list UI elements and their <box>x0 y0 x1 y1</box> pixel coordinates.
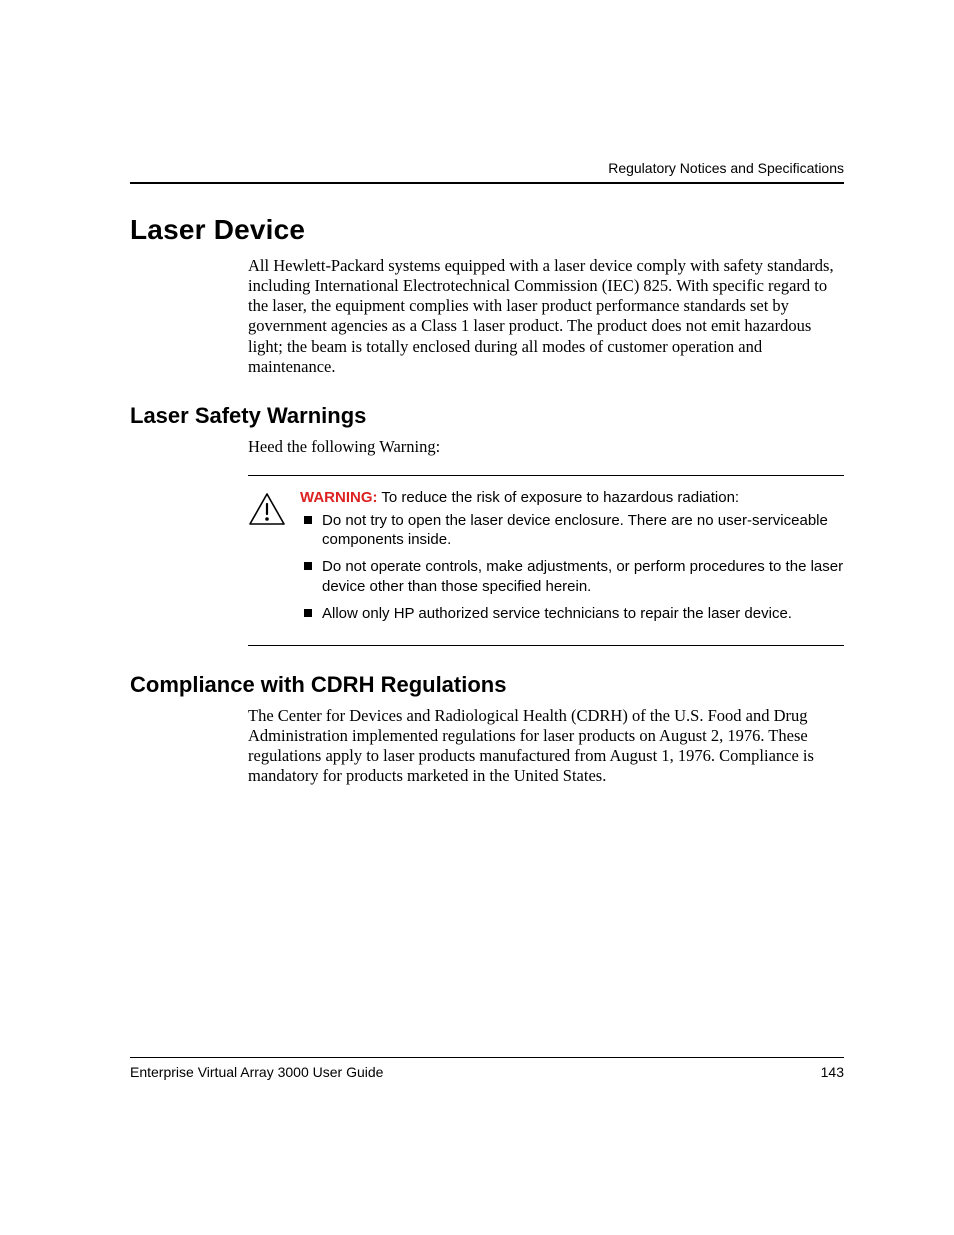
heading-laser-safety: Laser Safety Warnings <box>130 403 844 429</box>
running-head: Regulatory Notices and Specifications <box>130 160 844 176</box>
warning-top-rule <box>248 475 844 476</box>
document-page: Regulatory Notices and Specifications La… <box>0 0 954 1235</box>
heading-laser-device: Laser Device <box>130 214 844 246</box>
warning-lead-text: To reduce the risk of exposure to hazard… <box>378 489 740 506</box>
section-laser-safety-intro: Heed the following Warning: <box>248 437 844 457</box>
warning-label: WARNING: <box>300 489 378 506</box>
heading-cdrh: Compliance with CDRH Regulations <box>130 672 844 698</box>
section-laser-device-body: All Hewlett-Packard systems equipped wit… <box>248 256 844 377</box>
footer-doc-title: Enterprise Virtual Array 3000 User Guide <box>130 1064 383 1080</box>
paragraph: The Center for Devices and Radiological … <box>248 706 844 787</box>
warning-bottom-rule <box>248 645 844 646</box>
warning-bullet: Do not try to open the laser device encl… <box>300 511 844 549</box>
warning-callout: WARNING: To reduce the risk of exposure … <box>248 475 844 646</box>
footer-page-number: 143 <box>821 1064 844 1080</box>
warning-bullet-list: Do not try to open the laser device encl… <box>300 511 844 623</box>
paragraph: Heed the following Warning: <box>248 437 844 457</box>
warning-content: WARNING: To reduce the risk of exposure … <box>300 488 844 631</box>
footer-rule <box>130 1057 844 1058</box>
header-rule <box>130 182 844 184</box>
warning-bullet: Do not operate controls, make adjustment… <box>300 557 844 595</box>
warning-bullet: Allow only HP authorized service technic… <box>300 604 844 623</box>
paragraph: All Hewlett-Packard systems equipped wit… <box>248 256 844 377</box>
warning-icon <box>248 492 286 531</box>
section-cdrh-body: The Center for Devices and Radiological … <box>248 706 844 787</box>
page-footer: Enterprise Virtual Array 3000 User Guide… <box>130 1057 844 1080</box>
